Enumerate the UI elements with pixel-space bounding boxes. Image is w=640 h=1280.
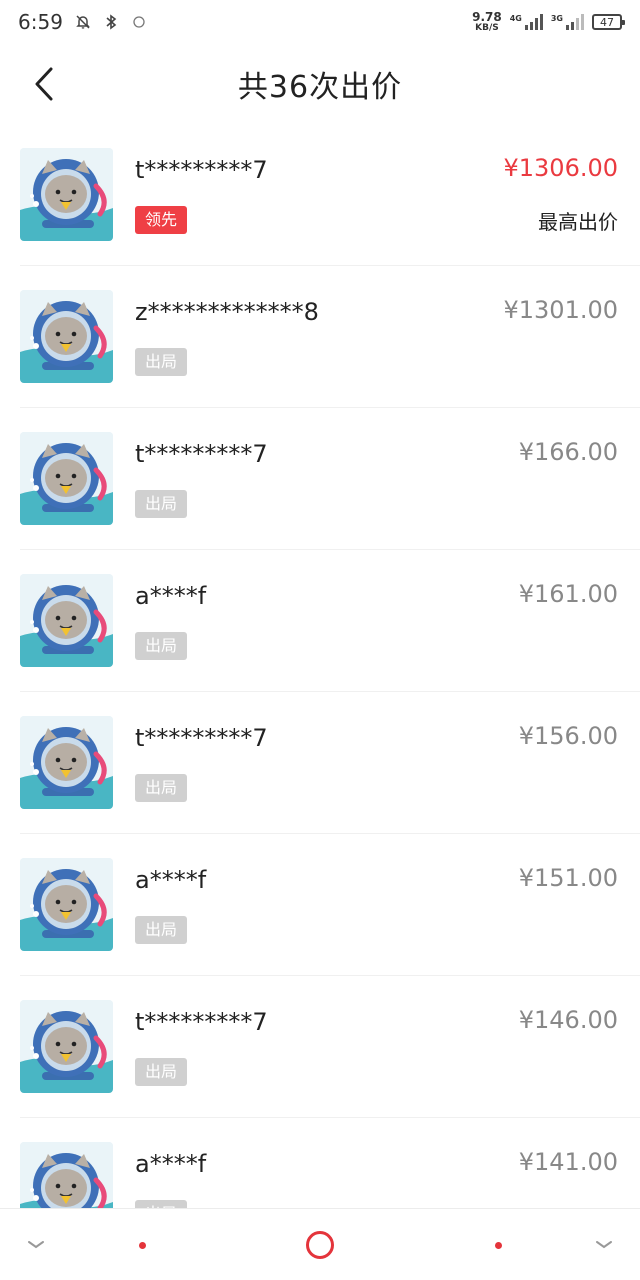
sim1-type: 4G — [509, 14, 522, 23]
signal-bars-icon — [524, 14, 543, 30]
nav-home-button[interactable] — [298, 1223, 342, 1267]
bidder-username: t*********7 — [135, 724, 268, 752]
system-nav-bar — [0, 1208, 640, 1280]
bid-price: ¥1301.00 — [503, 296, 618, 324]
bid-price: ¥1306.00 — [503, 154, 618, 182]
chevron-down-icon — [596, 1241, 612, 1249]
status-bar-right: 9.78 KB/S 4G 3G 47 — [472, 11, 625, 33]
status-bar: 6:59 9.78 KB/S 4G 3G 47 — [0, 0, 640, 44]
bid-history-screen: 6:59 9.78 KB/S 4G 3G 47 共36次出价 t********… — [0, 0, 640, 1280]
status-bar-left: 6:59 — [18, 10, 147, 34]
nav-collapse-right-button[interactable] — [582, 1223, 626, 1267]
page-title: 共36次出价 — [237, 70, 403, 105]
battery-icon: 47 — [592, 14, 625, 30]
bid-price: ¥141.00 — [518, 1148, 618, 1176]
chevron-left-icon — [35, 67, 53, 101]
avatar — [20, 148, 113, 241]
nav-collapse-left-button[interactable] — [14, 1223, 58, 1267]
network-speed: 9.78 KB/S — [472, 11, 502, 33]
astronaut-cat-avatar-icon — [20, 148, 113, 241]
header: 共36次出价 — [0, 44, 640, 124]
sim2-type: 3G — [550, 14, 563, 23]
network-speed-unit: KB/S — [475, 23, 499, 33]
circle-indicator-icon — [131, 14, 147, 30]
battery-level: 47 — [600, 15, 614, 29]
bid-row[interactable]: z*************8 出局 ¥1301.00 — [20, 266, 640, 408]
back-button[interactable] — [22, 62, 66, 106]
bid-row[interactable]: a****f 出局 ¥161.00 — [20, 550, 640, 692]
dot-icon — [494, 1241, 502, 1249]
dot-icon — [138, 1241, 146, 1249]
avatar — [20, 716, 113, 809]
nav-back-button[interactable] — [120, 1223, 164, 1267]
bid-row[interactable]: t*********7 出局 ¥156.00 — [20, 692, 640, 834]
avatar — [20, 1000, 113, 1093]
chevron-down-icon — [28, 1241, 44, 1249]
status-badge-outbid: 出局 — [135, 1058, 188, 1086]
sim2-signal: 3G — [551, 14, 584, 30]
nav-recents-button[interactable] — [476, 1223, 520, 1267]
status-badge-outbid: 出局 — [135, 632, 188, 660]
bidder-username: a****f — [135, 582, 207, 610]
astronaut-cat-avatar-icon — [20, 1000, 113, 1093]
bidder-username: t*********7 — [135, 1008, 268, 1036]
bid-row[interactable]: a****f 出局 ¥151.00 — [20, 834, 640, 976]
bid-price: ¥166.00 — [518, 438, 618, 466]
bidder-username: z*************8 — [135, 298, 319, 326]
bidder-username: t*********7 — [135, 440, 268, 468]
bidder-username: a****f — [135, 1150, 207, 1178]
bid-row[interactable]: t*********7 领先 ¥1306.00 最高出价 — [20, 124, 640, 266]
status-badge-outbid: 出局 — [135, 490, 188, 518]
bid-price: ¥161.00 — [518, 580, 618, 608]
avatar — [20, 574, 113, 667]
clock: 6:59 — [18, 10, 63, 34]
bidder-username: t*********7 — [135, 156, 268, 184]
bid-list: t*********7 领先 ¥1306.00 最高出价 z**********… — [0, 124, 640, 1260]
bid-price: ¥151.00 — [518, 864, 618, 892]
sim1-signal: 4G — [510, 14, 543, 30]
status-badge-leading: 领先 — [135, 206, 188, 234]
bluetooth-icon — [103, 14, 119, 30]
home-ring-icon — [306, 1231, 334, 1259]
bell-muted-icon — [75, 14, 91, 30]
status-badge-outbid: 出局 — [135, 348, 188, 376]
astronaut-cat-avatar-icon — [20, 858, 113, 951]
astronaut-cat-avatar-icon — [20, 290, 113, 383]
status-badge-outbid: 出局 — [135, 916, 188, 944]
astronaut-cat-avatar-icon — [20, 432, 113, 525]
astronaut-cat-avatar-icon — [20, 716, 113, 809]
signal-bars-weak-icon — [566, 14, 584, 30]
avatar — [20, 432, 113, 525]
astronaut-cat-avatar-icon — [20, 574, 113, 667]
bid-price: ¥146.00 — [518, 1006, 618, 1034]
network-speed-value: 9.78 — [472, 10, 502, 24]
avatar — [20, 290, 113, 383]
avatar — [20, 858, 113, 951]
bid-row[interactable]: t*********7 出局 ¥166.00 — [20, 408, 640, 550]
bidder-username: a****f — [135, 866, 207, 894]
bid-row[interactable]: t*********7 出局 ¥146.00 — [20, 976, 640, 1118]
highest-bid-label: 最高出价 — [538, 210, 618, 234]
bid-price: ¥156.00 — [518, 722, 618, 750]
status-badge-outbid: 出局 — [135, 774, 188, 802]
